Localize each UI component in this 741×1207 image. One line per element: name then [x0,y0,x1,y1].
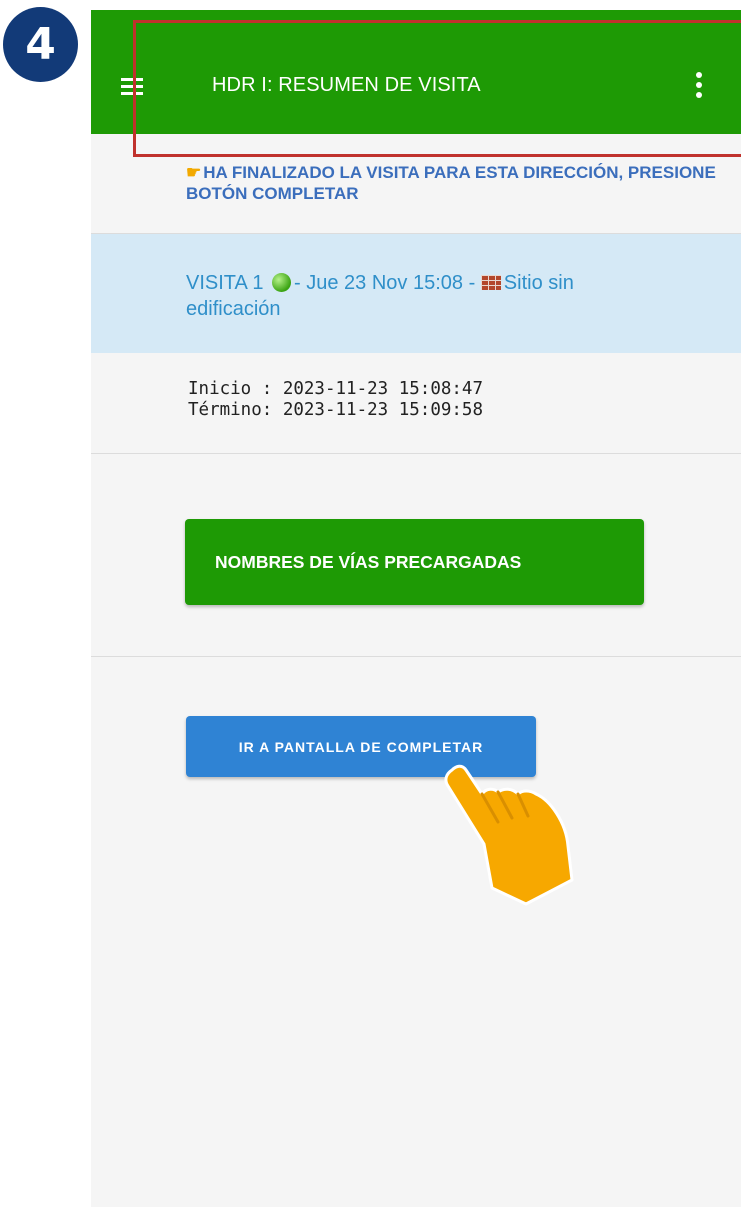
visit-times: Inicio : 2023-11-23 15:08:47 Término: 202… [188,379,483,421]
visit-label: VISITA 1 [186,272,264,294]
visit-summary: VISITA 1 - Jue 23 Nov 15:08 - Sitio sin … [186,270,686,322]
preloaded-streets-label: NOMBRES DE VÍAS PRECARGADAS [215,552,522,572]
visit-list-item[interactable]: VISITA 1 - Jue 23 Nov 15:08 - Sitio sin … [91,234,741,353]
visit-result-line1: Sitio sin [503,272,574,294]
notice-text: HA FINALIZADO LA VISITA PARA ESTA DIRECC… [186,163,716,203]
divider [91,656,741,657]
visit-result-line2: edificación [186,298,281,320]
preloaded-streets-button[interactable]: NOMBRES DE VÍAS PRECARGADAS [185,519,644,605]
highlight-frame [133,20,741,157]
phone-screen: HDR I: RESUMEN DE VISITA ☛ HA FINALIZADO … [91,10,741,1207]
step-number-badge: 4 [3,7,78,82]
completion-notice: ☛ HA FINALIZADO LA VISITA PARA ESTA DIREC… [186,162,726,204]
pointing-hand-icon: ☛ [186,163,202,182]
go-complete-label: IR A PANTALLA DE COMPLETAR [238,739,484,755]
tap-hand-icon [444,764,574,906]
brick-wall-icon [480,275,501,290]
end-time: Término: 2023-11-23 15:09:58 [188,400,484,420]
start-time: Inicio : 2023-11-23 15:08:47 [188,379,484,399]
green-dot-icon [272,273,292,292]
divider [91,453,741,454]
visit-date: - Jue 23 Nov 15:08 - [294,272,476,294]
